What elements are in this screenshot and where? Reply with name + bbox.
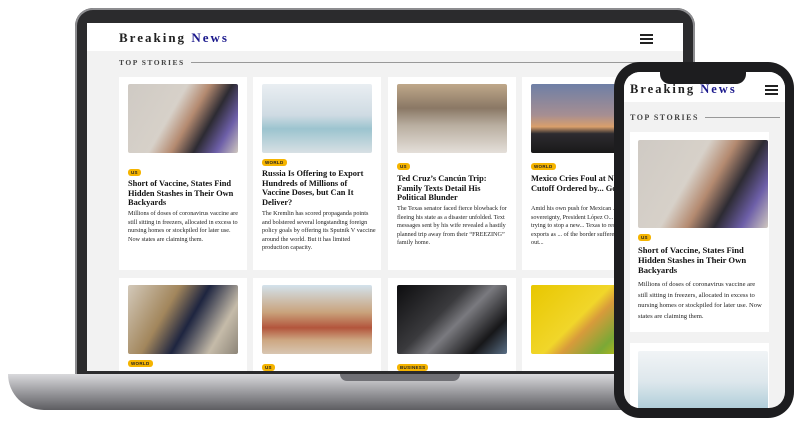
article-card[interactable]: WORLD Russia Is Offering to Export Hundr… — [253, 77, 381, 270]
category-badge[interactable]: WORLD — [531, 163, 556, 170]
article-card[interactable]: WORLD — [119, 278, 247, 371]
brand-logo[interactable]: Breaking News — [119, 30, 229, 46]
section-divider — [704, 117, 780, 118]
category-badge[interactable]: WORLD — [128, 360, 153, 367]
mobile-article-card[interactable] — [630, 343, 769, 408]
brand-word-1: Breaking — [630, 82, 696, 96]
lab-photo — [262, 84, 372, 153]
article-title[interactable]: Short of Vaccine, States Find Hidden Sta… — [638, 245, 763, 275]
article-title[interactable]: Short of Vaccine, States Find Hidden Sta… — [128, 179, 240, 208]
article-summary: The Kremlin has scored propaganda points… — [262, 210, 376, 252]
article-summary: Millions of doses of coronavirus vaccine… — [128, 210, 238, 243]
car-photo — [397, 285, 507, 354]
category-badge[interactable]: US — [262, 364, 275, 371]
brand-word-2: News — [700, 82, 737, 96]
article-title[interactable]: Ted Cruz’s Cancún Trip: Family Texts Det… — [397, 174, 509, 203]
laptop-screen: Breaking News TOP STORIES US Short of Va… — [87, 23, 683, 371]
category-badge[interactable]: US — [638, 234, 651, 241]
article-title[interactable]: Russia Is Offering to Export Hundreds of… — [262, 169, 374, 207]
laptop-hinge-notch — [340, 374, 460, 381]
category-badge[interactable]: WORLD — [262, 159, 287, 166]
mobile-hamburger-menu-icon[interactable] — [765, 85, 778, 95]
article-card[interactable]: US Short of Vaccine, States Find Hidden … — [119, 77, 247, 270]
article-card[interactable]: US — [253, 278, 381, 371]
lab-photo — [638, 351, 768, 408]
mobile-brand-logo[interactable]: Breaking News — [630, 82, 737, 97]
brand-word-1: Breaking — [119, 30, 187, 45]
section-divider — [190, 62, 659, 63]
brand-word-2: News — [191, 30, 229, 45]
article-summary: The Texas senator faced fierce blowback … — [397, 205, 507, 247]
vaccine-photo — [128, 84, 238, 153]
phone-notch — [660, 72, 746, 84]
phone-screen: Breaking News TOP STORIES US Short of Va… — [624, 72, 785, 408]
mobile-top-stories-heading: TOP STORIES — [630, 113, 780, 122]
office-photo — [128, 285, 238, 354]
site-header: Breaking News — [87, 23, 683, 51]
vaccine-photo — [638, 140, 768, 228]
mobile-article-card[interactable]: US Short of Vaccine, States Find Hidden … — [630, 132, 769, 332]
desert-photo — [262, 285, 372, 354]
top-stories-heading: TOP STORIES — [119, 58, 659, 67]
article-summary: Millions of doses of coronavirus vaccine… — [638, 281, 762, 320]
article-card[interactable]: US Ted Cruz’s Cancún Trip: Family Texts … — [388, 77, 516, 270]
mobile-section-title: TOP STORIES — [630, 113, 699, 122]
airport-photo — [397, 84, 507, 153]
category-badge[interactable]: BUSINESS — [397, 364, 429, 371]
category-badge[interactable]: US — [397, 163, 410, 170]
article-card[interactable]: BUSINESS — [388, 278, 516, 371]
hamburger-menu-icon[interactable] — [640, 34, 653, 44]
category-badge[interactable]: US — [128, 169, 141, 176]
section-title: TOP STORIES — [119, 58, 185, 67]
